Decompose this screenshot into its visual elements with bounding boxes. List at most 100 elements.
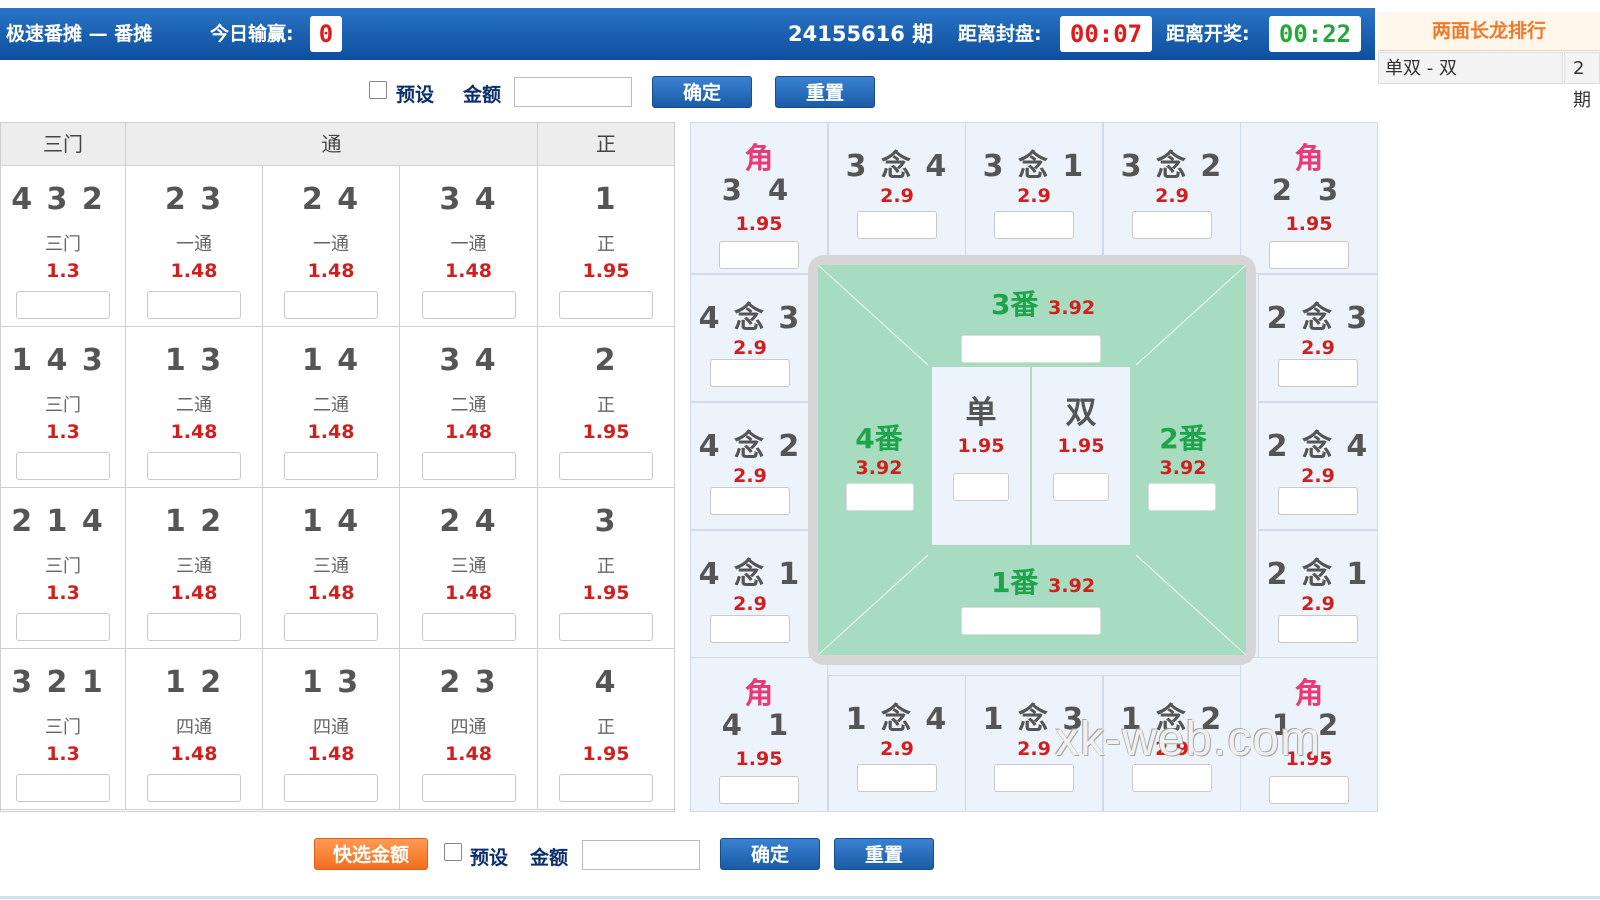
nian-bet-left[interactable]: 4 念 2 2.9: [690, 402, 810, 530]
bet-cell[interactable]: 2 3 一通 1.48: [126, 166, 263, 327]
amount-input-bottom[interactable]: [582, 840, 700, 870]
nian-odds: 2.9: [733, 593, 767, 615]
bet-amount-input[interactable]: [559, 613, 653, 641]
bet-odds: 1.95: [582, 421, 630, 443]
ranking-row-label[interactable]: 单双 - 双: [1378, 52, 1563, 84]
bet-cell[interactable]: 2 4 三通 1.48: [400, 488, 538, 649]
bet-cell[interactable]: 1 正 1.95: [538, 166, 675, 327]
nian-bet-top[interactable]: 3 念 4 2.9: [828, 122, 966, 256]
bet-cell[interactable]: 2 3 四通 1.48: [400, 649, 538, 810]
nian-input[interactable]: [710, 487, 790, 515]
amount-input-top[interactable]: [514, 77, 632, 107]
fan-3-bet[interactable]: 3番 3.92: [968, 283, 1118, 323]
bet-cell[interactable]: 3 2 1 三门 1.3: [1, 649, 126, 810]
bet-amount-input[interactable]: [16, 774, 110, 802]
nian-input[interactable]: [857, 764, 937, 792]
bet-cell[interactable]: 2 正 1.95: [538, 327, 675, 488]
nian-input[interactable]: [1132, 211, 1212, 239]
bet-amount-input[interactable]: [284, 613, 378, 641]
fan-2-bet[interactable]: 2番 3.92: [1140, 417, 1226, 479]
bet-cell[interactable]: 4 正 1.95: [538, 649, 675, 810]
bet-amount-input[interactable]: [559, 452, 653, 480]
nian-label: 2 念 4: [1266, 429, 1370, 464]
corner-input[interactable]: [719, 241, 799, 269]
nian-bet-left[interactable]: 4 念 1 2.9: [690, 530, 810, 658]
bet-amount-input[interactable]: [284, 291, 378, 319]
corner-bet-4-1[interactable]: 角 4 1 1.95: [690, 657, 828, 812]
reset-button-top[interactable]: 重置: [775, 76, 875, 108]
reset-button-bottom[interactable]: 重置: [834, 838, 934, 870]
double-input[interactable]: [1053, 473, 1109, 501]
preset-checkbox-bottom[interactable]: [444, 843, 462, 861]
nian-input[interactable]: [857, 211, 937, 239]
bet-cell[interactable]: 4 3 2 三门 1.3: [1, 166, 126, 327]
single-bet[interactable]: 单 1.95: [932, 367, 1030, 545]
nian-label: 3 念 1: [982, 149, 1086, 184]
bet-amount-input[interactable]: [421, 452, 516, 480]
bet-cell[interactable]: 3 4 二通 1.48: [400, 327, 538, 488]
bet-amount-input[interactable]: [421, 774, 516, 802]
nian-input[interactable]: [1278, 615, 1358, 643]
bet-amount-input[interactable]: [16, 613, 110, 641]
bet-amount-input[interactable]: [421, 291, 516, 319]
bet-amount-input[interactable]: [147, 774, 241, 802]
nian-bet-top[interactable]: 3 念 1 2.9: [965, 122, 1103, 256]
confirm-button-top[interactable]: 确定: [652, 76, 752, 108]
nian-bet-right[interactable]: 2 念 4 2.9: [1258, 402, 1378, 530]
corner-numbers: 2 3: [1271, 173, 1347, 207]
bet-amount-input[interactable]: [421, 613, 516, 641]
nian-input[interactable]: [1278, 487, 1358, 515]
bet-amount-input[interactable]: [147, 613, 241, 641]
bet-cell[interactable]: 1 4 3 三门 1.3: [1, 327, 126, 488]
bet-cell[interactable]: 1 4 二通 1.48: [263, 327, 400, 488]
bet-amount-input[interactable]: [16, 452, 110, 480]
nian-bet-left[interactable]: 4 念 3 2.9: [690, 274, 810, 402]
fan-1-input[interactable]: [961, 607, 1101, 635]
fan-1-bet[interactable]: 1番 3.92: [968, 561, 1118, 601]
nian-bet-bottom[interactable]: 1 念 4 2.9: [828, 675, 966, 812]
confirm-button-bottom[interactable]: 确定: [720, 838, 820, 870]
corner-bet-2-3[interactable]: 角 2 3 1.95: [1240, 122, 1378, 274]
fan-4-input[interactable]: [846, 483, 914, 511]
nian-bet-right[interactable]: 2 念 1 2.9: [1258, 530, 1378, 658]
bet-amount-input[interactable]: [16, 291, 110, 319]
corner-input[interactable]: [719, 776, 799, 804]
nian-input[interactable]: [994, 764, 1074, 792]
bet-cell[interactable]: 3 4 一通 1.48: [400, 166, 538, 327]
nian-input[interactable]: [710, 359, 790, 387]
bet-cell[interactable]: 2 4 一通 1.48: [263, 166, 400, 327]
corner-bet-3-4[interactable]: 角 3 4 1.95: [690, 122, 828, 274]
bet-amount-input[interactable]: [284, 774, 378, 802]
nian-input[interactable]: [994, 211, 1074, 239]
nian-input[interactable]: [1132, 764, 1212, 792]
nian-input[interactable]: [710, 615, 790, 643]
bet-cell[interactable]: 1 2 三通 1.48: [126, 488, 263, 649]
single-input[interactable]: [953, 473, 1009, 501]
preset-label-top: 预设: [396, 84, 435, 106]
bet-amount-input[interactable]: [559, 291, 653, 319]
preset-checkbox-top[interactable]: [369, 81, 387, 99]
bet-cell[interactable]: 1 3 二通 1.48: [126, 327, 263, 488]
nian-bet-right[interactable]: 2 念 3 2.9: [1258, 274, 1378, 402]
nian-bet-top[interactable]: 3 念 2 2.9: [1103, 122, 1241, 256]
fan-4-bet[interactable]: 4番 3.92: [836, 417, 922, 479]
bet-cell[interactable]: 1 3 四通 1.48: [263, 649, 400, 810]
bet-cell[interactable]: 2 1 4 三门 1.3: [1, 488, 126, 649]
bet-amount-input[interactable]: [147, 291, 241, 319]
double-bet[interactable]: 双 1.95: [1032, 367, 1130, 545]
bet-amount-input[interactable]: [559, 774, 653, 802]
fan-4-odds: 3.92: [855, 457, 903, 479]
bet-cell[interactable]: 1 4 三通 1.48: [263, 488, 400, 649]
bet-cell[interactable]: 1 2 四通 1.48: [126, 649, 263, 810]
bet-numbers: 3 4: [439, 343, 498, 378]
bet-amount-input[interactable]: [284, 452, 378, 480]
bet-amount-input[interactable]: [147, 452, 241, 480]
fan-3-input[interactable]: [961, 335, 1101, 363]
quick-amount-button[interactable]: 快选金额: [314, 838, 428, 870]
corner-input[interactable]: [1269, 776, 1349, 804]
bet-cell[interactable]: 3 正 1.95: [538, 488, 675, 649]
fan-2-input[interactable]: [1148, 483, 1216, 511]
watermark-text: xk-web.com: [1055, 713, 1322, 766]
corner-input[interactable]: [1269, 241, 1349, 269]
nian-input[interactable]: [1278, 359, 1358, 387]
